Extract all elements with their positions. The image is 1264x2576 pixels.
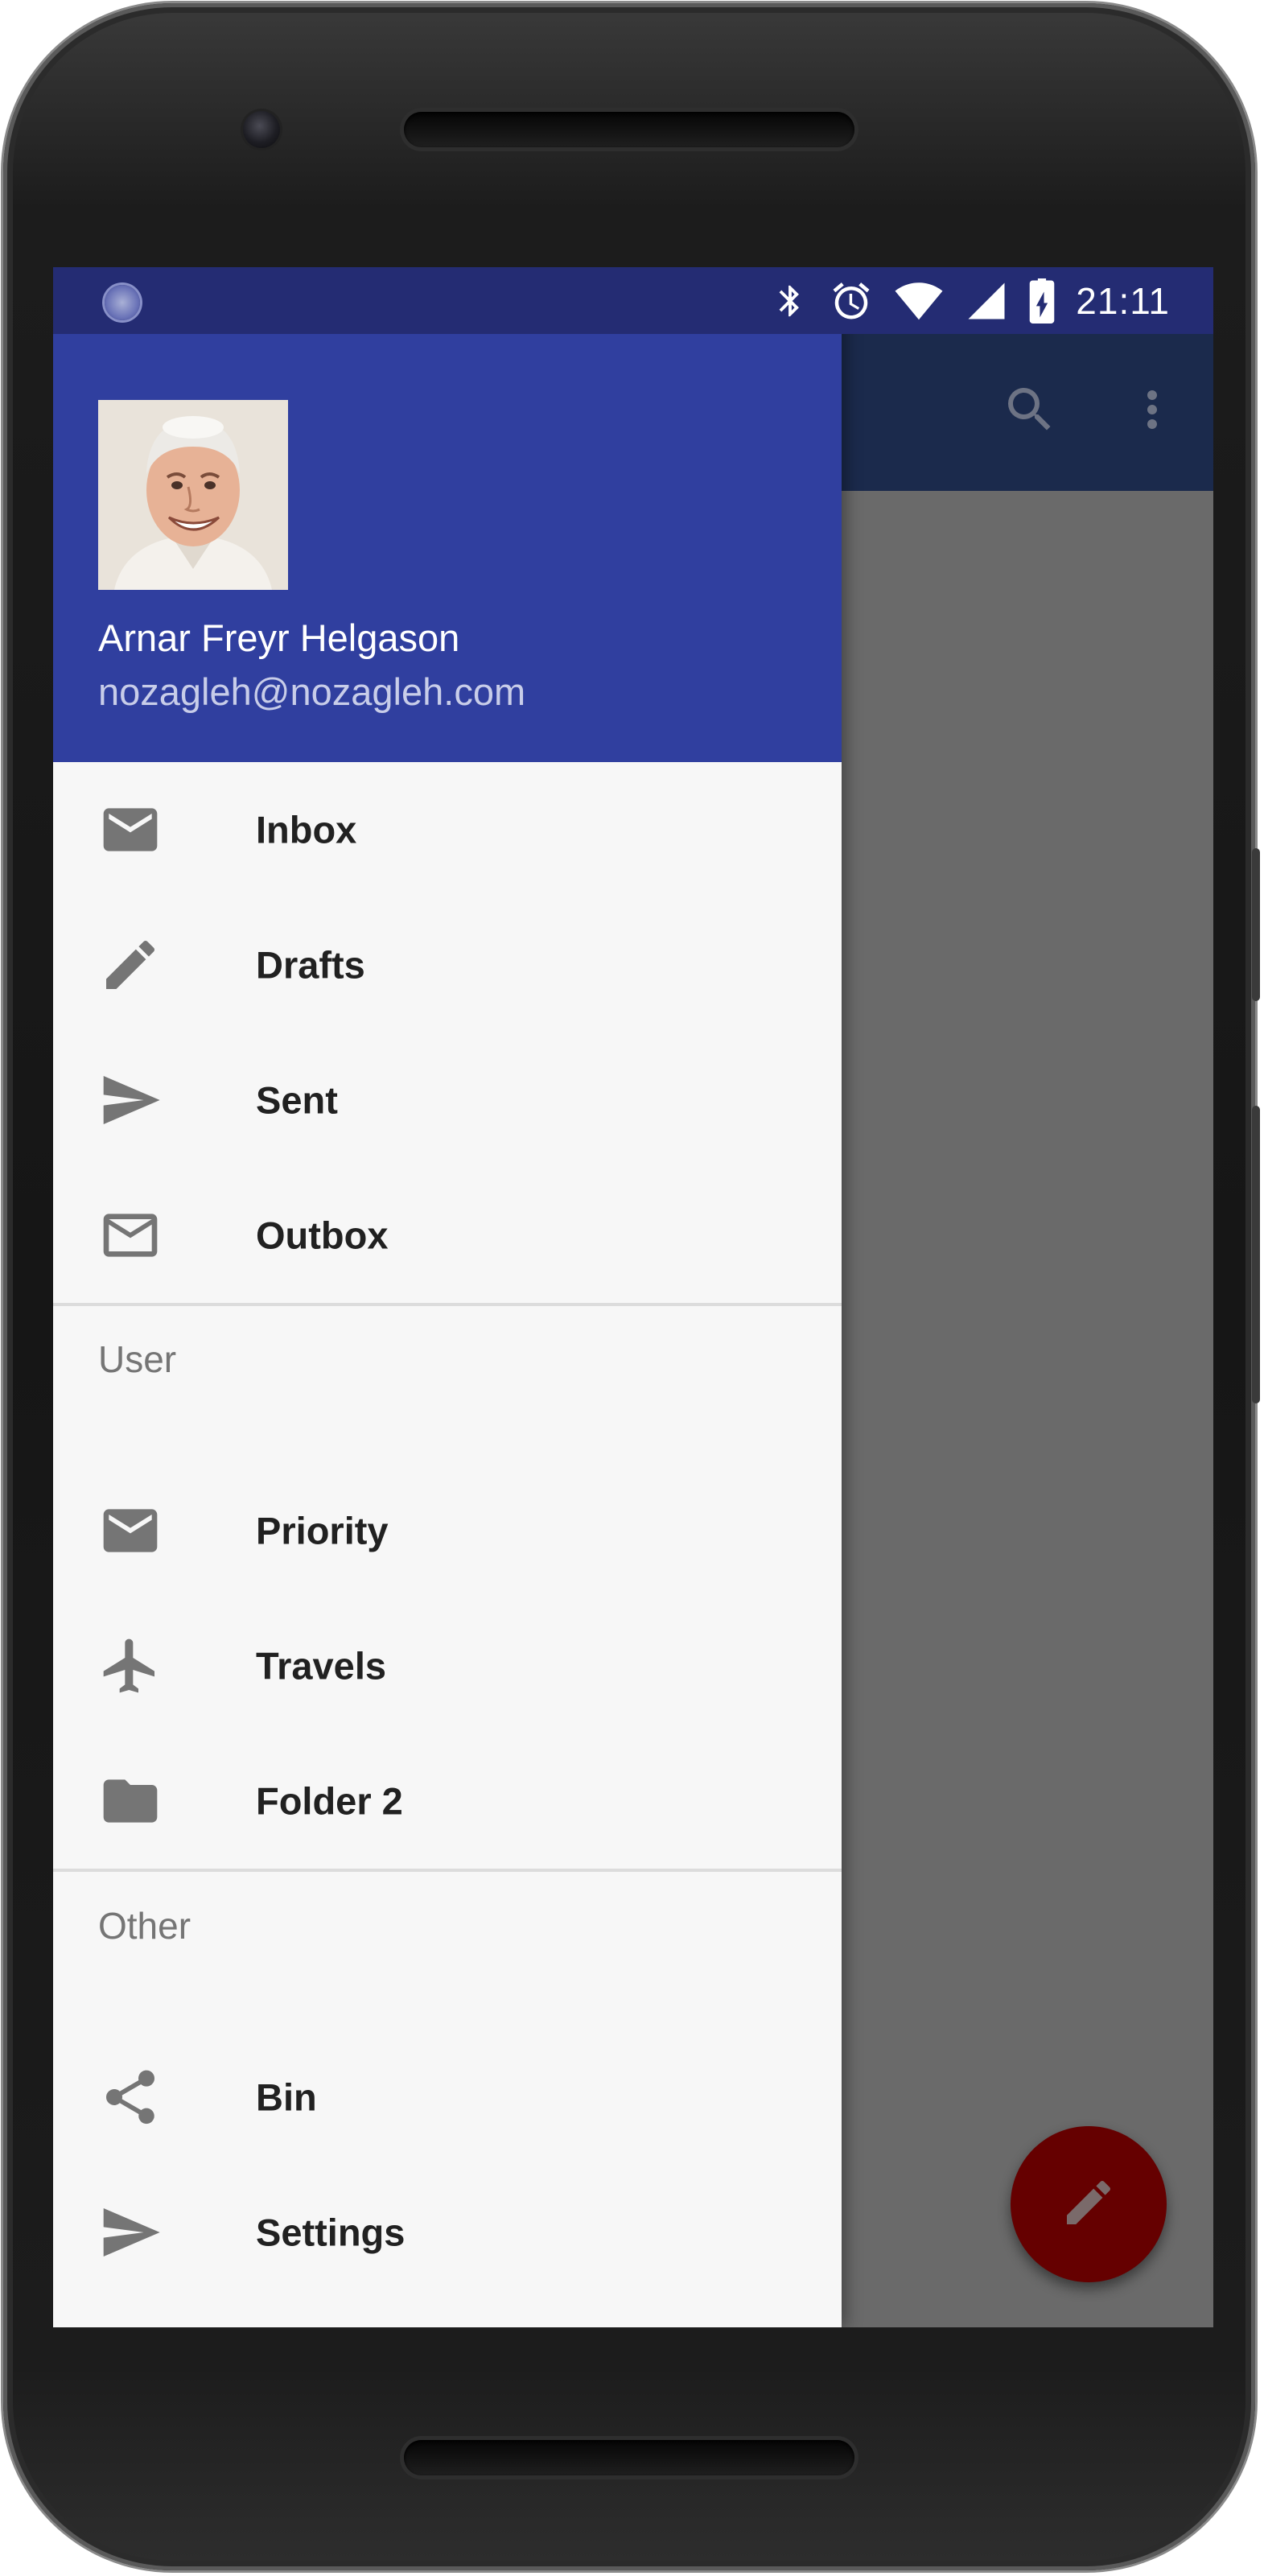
- nav-item-label: Outbox: [256, 1214, 389, 1257]
- divider: [53, 1303, 842, 1306]
- front-camera: [243, 111, 280, 148]
- phone-frame: 21:11 Arnar Freyr Helgason nozagleh@noza…: [3, 3, 1260, 2570]
- mail-icon: [98, 1498, 163, 1563]
- top-speaker: [404, 112, 854, 147]
- divider: [53, 1869, 842, 1872]
- nav-item-label: Sent: [256, 1078, 338, 1122]
- bottom-speaker: [404, 2440, 854, 2475]
- mail-icon: [98, 798, 163, 862]
- pencil-icon: [98, 933, 163, 997]
- nav-item-label: Drafts: [256, 943, 365, 987]
- cell-signal-icon: [965, 279, 1008, 323]
- nav-item-travels[interactable]: Travels: [53, 1598, 842, 1733]
- nav-item-bin[interactable]: Bin: [53, 2030, 842, 2165]
- nav-item-sent[interactable]: Sent: [53, 1032, 842, 1168]
- status-time: 21:11: [1076, 280, 1170, 322]
- navigation-drawer: Arnar Freyr Helgason nozagleh@nozagleh.c…: [53, 267, 842, 2327]
- nav-item-inbox[interactable]: Inbox: [53, 762, 842, 897]
- section-title-user: User: [98, 1338, 177, 1380]
- volume-button: [1252, 848, 1260, 1001]
- nav-item-priority[interactable]: Priority: [53, 1463, 842, 1598]
- avatar[interactable]: [98, 400, 288, 590]
- mail-outline-icon: [98, 1203, 163, 1267]
- share-icon: [98, 2065, 163, 2129]
- send-icon: [98, 1068, 163, 1132]
- nav-item-label: Settings: [256, 2211, 406, 2254]
- status-bar: 21:11: [53, 267, 1213, 334]
- notification-icon: [105, 285, 140, 320]
- folder-icon: [98, 1769, 163, 1833]
- nav-item-drafts[interactable]: Drafts: [53, 897, 842, 1032]
- more-vert-icon[interactable]: [1123, 381, 1181, 443]
- nav-item-label: Bin: [256, 2075, 317, 2119]
- section-title-other: Other: [98, 1905, 191, 1947]
- nav-item-label: Inbox: [256, 808, 357, 851]
- nav-item-outbox[interactable]: Outbox: [53, 1168, 842, 1303]
- drawer-header: Arnar Freyr Helgason nozagleh@nozagleh.c…: [53, 334, 842, 762]
- nav-item-folder-2[interactable]: Folder 2: [53, 1733, 842, 1869]
- power-button: [1252, 1106, 1260, 1403]
- screen: 21:11 Arnar Freyr Helgason nozagleh@noza…: [53, 267, 1213, 2327]
- alarm-icon: [830, 279, 873, 323]
- app-bar: [842, 334, 1213, 491]
- user-email: nozagleh@nozagleh.com: [98, 670, 526, 713]
- nav-item-label: Priority: [256, 1509, 389, 1552]
- battery-charging-icon: [1029, 278, 1055, 324]
- send-icon: [98, 2200, 163, 2265]
- search-icon[interactable]: [1001, 381, 1059, 443]
- nav-item-label: Travels: [256, 1644, 387, 1688]
- user-name: Arnar Freyr Helgason: [98, 616, 460, 659]
- wifi-icon: [894, 279, 944, 323]
- nav-item-label: Folder 2: [256, 1779, 403, 1823]
- pencil-icon: [1060, 2174, 1118, 2236]
- nav-item-settings[interactable]: Settings: [53, 2165, 842, 2300]
- airplane-icon: [98, 1634, 163, 1698]
- bluetooth-icon: [772, 279, 809, 323]
- compose-fab[interactable]: [1011, 2126, 1167, 2282]
